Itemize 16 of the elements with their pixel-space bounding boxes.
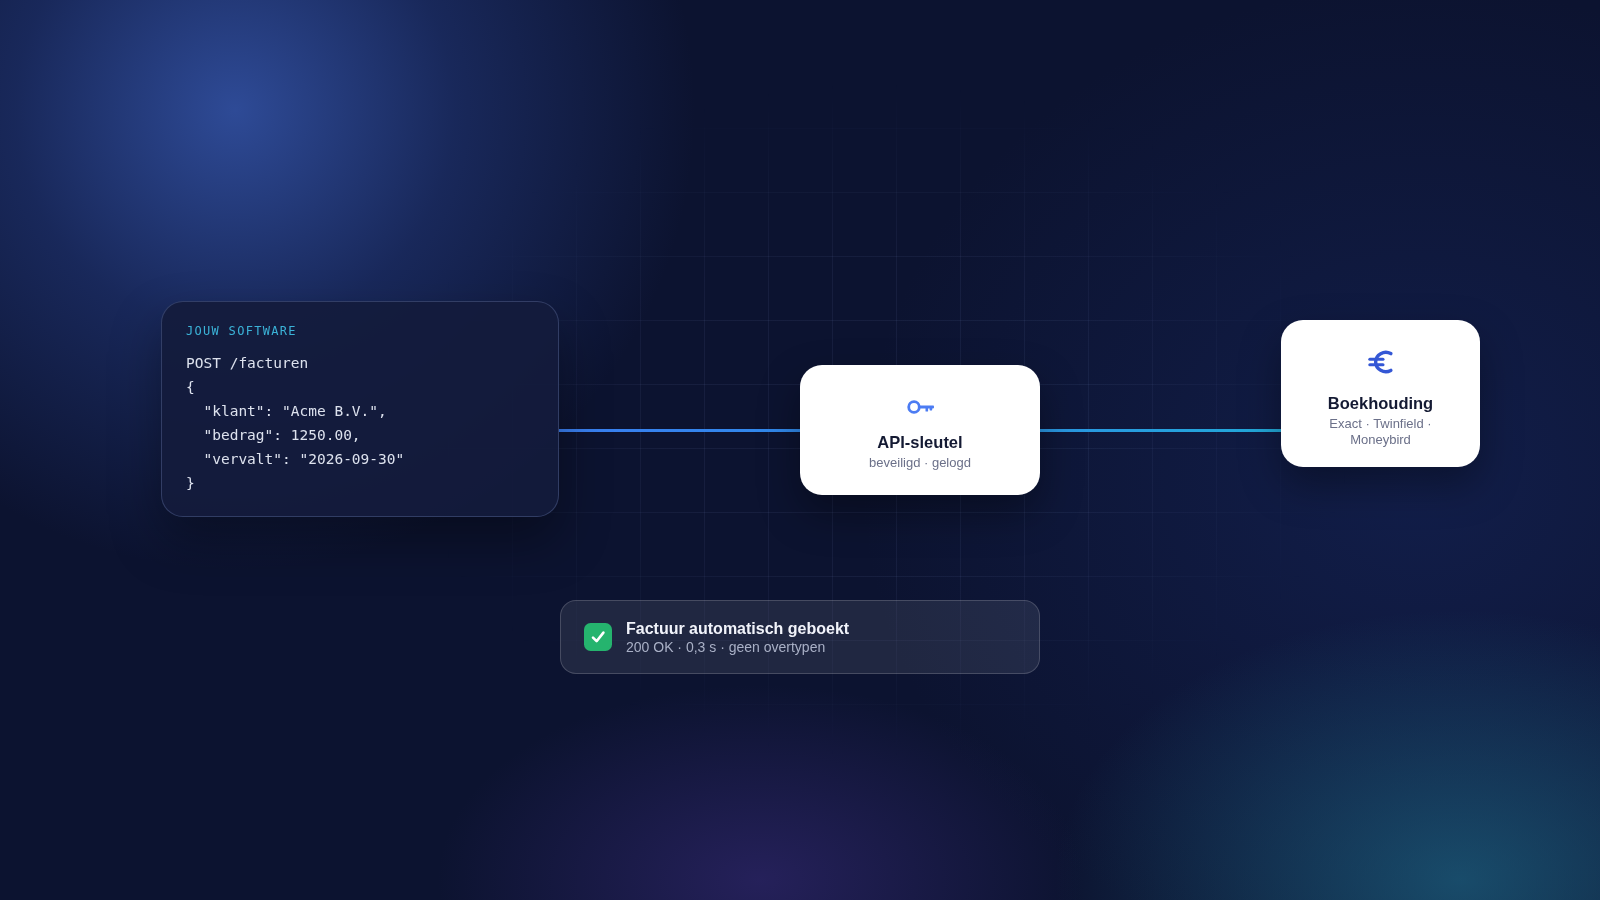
node-subtitle: beveiligd · gelogd (869, 454, 971, 471)
check-icon (584, 623, 612, 651)
code-line: "bedrag": 1250.00, (202, 426, 361, 445)
node-subtitle: Exact · Twinfield · Moneybird (1328, 416, 1433, 448)
code-line: POST /facturen (186, 354, 309, 373)
node-title: Boekhouding (1327, 393, 1434, 413)
euro-icon (1368, 349, 1393, 375)
code-line: "vervalt": "2026-09-30" (202, 450, 405, 469)
code-line: "klant": "Acme B.V.", (202, 402, 387, 421)
section-label: JOUW SOFTWARE (186, 323, 297, 339)
code-line: { (186, 378, 195, 397)
key-icon (906, 399, 934, 414)
node-title: API-sleutel (877, 431, 963, 452)
code-line: } (186, 474, 195, 493)
toast-detail: 200 OK · 0,3 s · geen overtypen (626, 637, 826, 656)
toast-title: Factuur automatisch geboekt (626, 618, 850, 638)
